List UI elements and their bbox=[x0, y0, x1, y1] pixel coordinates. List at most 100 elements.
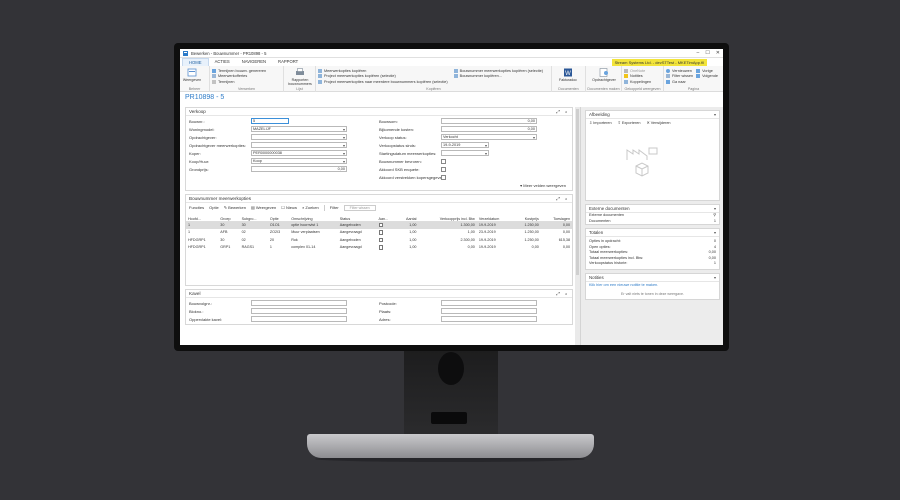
column-header[interactable]: Groep bbox=[218, 212, 240, 222]
field-input[interactable] bbox=[251, 316, 347, 322]
field-input[interactable]: MAZELIJF bbox=[251, 126, 347, 132]
expand-icon[interactable]: ⤢ ▴ bbox=[556, 108, 569, 115]
row-checkbox[interactable] bbox=[378, 245, 383, 250]
column-header[interactable]: Optie bbox=[267, 212, 290, 222]
opdrachtgever-button[interactable]: Opdrachtgever bbox=[588, 68, 620, 82]
table-cell: Aangevraagd bbox=[339, 245, 362, 250]
optie-menu[interactable]: Optie bbox=[209, 205, 219, 210]
ribbon-group-lijst: Rapporten bouwnummers Lijst bbox=[284, 66, 316, 92]
exporteren-button[interactable]: ⇧ Exporteren bbox=[618, 120, 641, 125]
field-checkbox[interactable] bbox=[441, 166, 446, 172]
filter-button[interactable]: Filter bbox=[330, 205, 339, 210]
importeren-button[interactable]: ⇩ Importeren bbox=[589, 120, 612, 125]
koppelingen-button[interactable]: Koppelingen bbox=[624, 79, 661, 85]
group-label-pagina: Pagina bbox=[687, 87, 700, 91]
row-checkbox[interactable] bbox=[378, 230, 383, 235]
factbox-notities: Notities ▾ Klik hier om een nieuwe notiti… bbox=[585, 272, 720, 300]
field-input[interactable]: 19-9-2019 bbox=[441, 142, 489, 148]
column-header[interactable]: Toeslagen bbox=[540, 212, 572, 222]
field-input[interactable] bbox=[251, 308, 347, 314]
table-cell: 1,00 bbox=[409, 245, 417, 250]
functies-menu[interactable]: Functies bbox=[189, 205, 204, 210]
table-cell: 1,00 bbox=[467, 230, 475, 235]
bewerken-button[interactable]: ✎ Bewerken bbox=[224, 205, 246, 210]
bouwnummer-kopieren-button[interactable]: Bouwnummer kopiëren... bbox=[453, 74, 543, 80]
copy-icon bbox=[453, 74, 458, 79]
field-input[interactable] bbox=[441, 316, 537, 322]
scroll-thumb[interactable] bbox=[576, 109, 579, 275]
field-label: Bouwsom: bbox=[379, 118, 398, 124]
field-input[interactable]: Verkocht bbox=[441, 134, 537, 140]
table-row[interactable]: 1 30 30 O1O1 optie hoornvlst 1 Aangeboden 1,00… bbox=[186, 221, 572, 229]
field-checkbox[interactable] bbox=[441, 158, 446, 164]
show-more-link[interactable]: ▾ Meer velden weergeven bbox=[186, 182, 572, 190]
weergeven-button[interactable]: Weergeven bbox=[182, 68, 202, 82]
column-header[interactable]: Status bbox=[337, 212, 377, 222]
tab-navigeren[interactable]: NAVIGEREN bbox=[236, 58, 272, 66]
column-header[interactable]: Omschrijving bbox=[289, 212, 338, 222]
tab-acties[interactable]: ACTIES bbox=[209, 58, 236, 66]
options-table: Hoofd... Groep Subgro... Optie Omschrijving S… bbox=[186, 212, 572, 251]
column-header[interactable]: Hoofd... bbox=[186, 212, 219, 222]
total-value[interactable]: 1 bbox=[714, 261, 716, 267]
factbox-title: Externe documenten bbox=[589, 206, 630, 211]
verwijderen-button[interactable]: ✕ Verwijderen bbox=[646, 120, 670, 125]
column-header[interactable]: Subgro... bbox=[239, 212, 268, 222]
column-header[interactable]: Aantal bbox=[396, 212, 419, 222]
fakturadoc-label: Fakturadoc bbox=[559, 78, 577, 82]
list-icon bbox=[212, 79, 216, 84]
scrollbar[interactable] bbox=[575, 107, 580, 345]
verkoop-left-column: Bouwnr.: 5 Woningmodel: MAZELIJF Opdrachtgev… bbox=[189, 117, 373, 181]
field-input[interactable] bbox=[251, 134, 347, 140]
field-checkbox[interactable] bbox=[441, 174, 446, 180]
expand-icon[interactable]: ⤢ ▴ bbox=[556, 195, 569, 202]
row-checkbox[interactable] bbox=[378, 222, 383, 228]
chevron-down-icon[interactable]: ▾ bbox=[714, 205, 716, 212]
field-label: Startingsdatum meerwerkopties: bbox=[379, 150, 437, 156]
nieuw-button[interactable]: ☐ Nieuw bbox=[281, 205, 297, 210]
volgende-button[interactable]: Volgende bbox=[696, 74, 718, 80]
table-row[interactable]: HFDGRP1 30 02 20 Rok Aangeboden 1,00 2.300,00 19… bbox=[186, 236, 572, 244]
field-input[interactable] bbox=[251, 142, 347, 148]
column-header[interactable]: Kostprijs bbox=[513, 212, 541, 222]
table-cell: 1 bbox=[188, 230, 191, 235]
field-input[interactable] bbox=[251, 300, 347, 306]
weergeven-list-button[interactable]: ▤ Weergeven bbox=[251, 205, 276, 210]
column-header[interactable]: Verkoopprijs incl. Btw bbox=[418, 212, 477, 222]
field-input[interactable]: 0,00 bbox=[441, 126, 537, 132]
fakturadoc-button[interactable]: W Fakturadoc bbox=[554, 68, 582, 82]
maximize-icon[interactable]: ☐ bbox=[705, 50, 709, 56]
zoeken-button[interactable]: ⌕ Zoeken bbox=[302, 205, 319, 210]
factbox-totalen: Totalen ▾ Opties in opdracht: 0 Open opties… bbox=[585, 228, 720, 270]
tab-home[interactable]: HOME bbox=[182, 58, 209, 66]
form-field: Koop/Huur: Koop bbox=[189, 157, 373, 165]
field-input[interactable]: 0,00 bbox=[251, 166, 347, 172]
column-header[interactable]: Verzeldatum bbox=[476, 212, 514, 222]
field-input[interactable] bbox=[441, 308, 537, 314]
rapporten-button[interactable]: Rapporten bouwnummers bbox=[286, 68, 314, 86]
chevron-down-icon[interactable]: ▾ bbox=[714, 229, 716, 236]
field-input[interactable]: Koop bbox=[251, 158, 347, 164]
filter-wissen-input[interactable]: Filter wissen bbox=[343, 204, 376, 211]
chevron-down-icon[interactable]: ▾ bbox=[714, 274, 716, 281]
bouwnummer-meerwerkopties-kopieren-button[interactable]: Bouwnummer meerwerkopties kopiëren (sele… bbox=[453, 68, 543, 74]
expand-icon[interactable]: ⤢ ▴ bbox=[556, 290, 569, 297]
tab-rapport[interactable]: RAPPORT bbox=[272, 58, 304, 66]
row-checkbox[interactable] bbox=[378, 237, 383, 242]
minimize-icon[interactable]: – bbox=[697, 50, 700, 56]
field-input[interactable]: 5 bbox=[251, 118, 289, 124]
close-icon[interactable]: ✕ bbox=[716, 50, 720, 56]
chevron-down-icon[interactable]: ▾ bbox=[714, 111, 716, 118]
table-row[interactable]: HFDGRP1 GRP1 RAGS1 1 complex 01-14 Aangevraag… bbox=[186, 244, 572, 252]
table-row[interactable]: 1 AFB 02 ZO2I3 Muur verplaatsen Aangevraagd 1,… bbox=[186, 229, 572, 237]
field-input[interactable]: 0,00 bbox=[441, 118, 537, 124]
project-meerwerkopties-meerdere-button[interactable]: Project meerwerkopties naar meerdere bou… bbox=[318, 79, 448, 85]
empty-notes-text: Er valt niets te tonen in deze weergave. bbox=[621, 291, 684, 296]
termijnen-button[interactable]: Termijnen bbox=[212, 79, 281, 85]
ga-naar-button[interactable]: Ga naar bbox=[666, 79, 693, 85]
field-input[interactable] bbox=[441, 150, 489, 156]
field-input[interactable] bbox=[441, 300, 537, 306]
kavel-right-column: Postcode: Plaats: Adres: bbox=[379, 299, 563, 323]
field-input[interactable]: PER0000000038 bbox=[251, 150, 347, 156]
column-header[interactable]: Aan... bbox=[376, 212, 397, 222]
